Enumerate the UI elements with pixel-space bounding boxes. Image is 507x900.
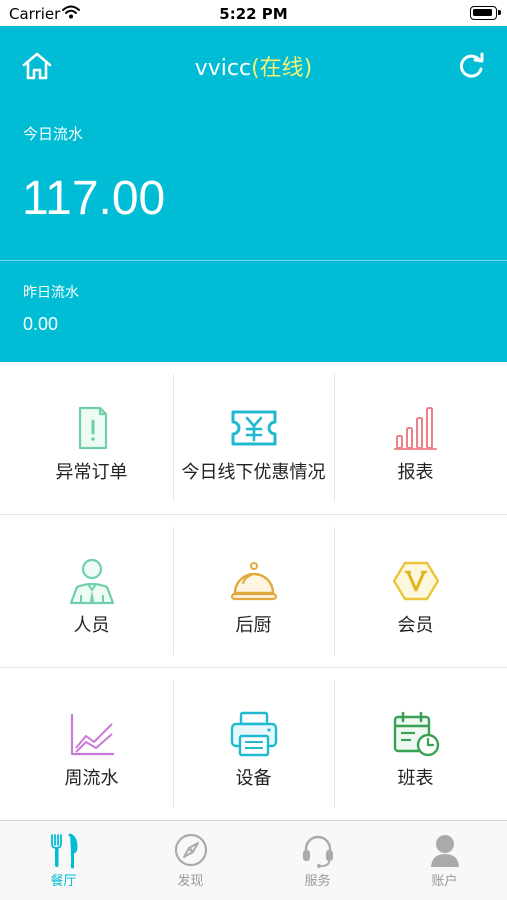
fork-knife-icon	[50, 833, 78, 869]
revenue-header: vvicc(在线) 今日流水 117.00 昨日流水 0.00	[0, 26, 507, 362]
grid-item-label: 异常订单	[55, 462, 128, 483]
food-cloche-icon	[230, 562, 277, 601]
tab-account[interactable]: 账户	[381, 821, 507, 900]
clock-time: 5:22 PM	[219, 5, 288, 23]
bar-chart-icon	[393, 407, 437, 450]
staff-person-icon	[69, 558, 114, 605]
tab-service[interactable]: 服务	[254, 821, 381, 900]
schedule-button[interactable]: 班表	[331, 668, 500, 820]
tab-label: 餐厅	[50, 874, 77, 889]
staff-button[interactable]: 人员	[7, 515, 176, 667]
abnormal-order-icon	[78, 406, 107, 450]
weekly-revenue-button[interactable]: 周流水	[7, 668, 176, 820]
today-revenue-value: 117.00	[22, 172, 166, 225]
schedule-calendar-icon	[393, 711, 439, 757]
grid-item-label: 会员	[397, 615, 434, 636]
device-button[interactable]: 设备	[169, 668, 338, 820]
function-grid: 异常订单 今日线下优惠情况 报表 人员 后厨 会员 周流水 设备 班表	[0, 362, 507, 820]
report-button[interactable]: 报表	[331, 362, 500, 514]
headset-icon	[302, 835, 333, 868]
bottom-tab-bar: 餐厅 发现 服务 账户	[0, 820, 507, 900]
abnormal-order-button[interactable]: 异常订单	[7, 362, 176, 514]
grid-item-label: 设备	[235, 768, 272, 789]
page-title: vvicc(在线)	[0, 50, 507, 82]
status-bar: Carrier 5:22 PM	[0, 0, 507, 26]
tab-label: 发现	[177, 874, 204, 889]
member-button[interactable]: 会员	[331, 515, 500, 667]
grid-item-label: 人员	[73, 615, 110, 636]
compass-icon	[174, 833, 207, 867]
header-divider	[0, 260, 507, 261]
kitchen-button[interactable]: 后厨	[169, 515, 338, 667]
store-name: vvicc	[194, 56, 252, 81]
grid-item-label: 后厨	[235, 615, 272, 636]
refresh-button[interactable]	[455, 50, 487, 82]
line-chart-icon	[70, 714, 114, 756]
grid-item-label: 今日线下优惠情况	[181, 462, 326, 483]
grid-item-label: 周流水	[64, 768, 119, 789]
member-v-icon	[392, 561, 439, 601]
tab-label: 服务	[304, 874, 331, 889]
today-revenue-label: 今日流水	[23, 125, 84, 143]
battery-icon	[470, 6, 501, 20]
tab-restaurant[interactable]: 餐厅	[0, 821, 127, 900]
online-status: (在线)	[251, 56, 313, 81]
tab-label: 账户	[431, 874, 458, 889]
account-person-icon	[430, 835, 459, 867]
offline-discount-button[interactable]: 今日线下优惠情况	[169, 362, 338, 514]
grid-item-label: 班表	[397, 768, 434, 789]
printer-icon	[230, 711, 277, 757]
tab-discover[interactable]: 发现	[127, 821, 254, 900]
coupon-ticket-icon	[231, 410, 276, 446]
yesterday-revenue-value: 0.00	[23, 314, 59, 334]
grid-item-label: 报表	[397, 462, 434, 483]
refresh-icon	[459, 52, 484, 78]
yesterday-revenue-label: 昨日流水	[23, 285, 79, 301]
